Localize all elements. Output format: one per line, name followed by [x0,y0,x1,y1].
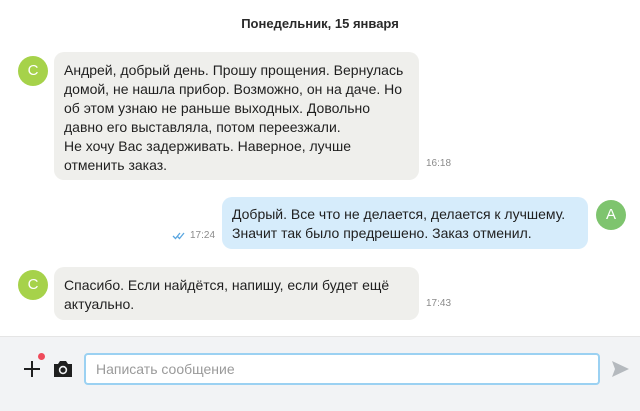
notification-dot [38,353,45,360]
date-header: Понедельник, 15 января [241,16,399,31]
message-time: 16:18 [426,158,452,169]
sender-avatar[interactable]: С [18,270,48,300]
user-avatar[interactable]: А [596,200,626,230]
message-text: Андрей, добрый день. Прошу прощения. Вер… [64,62,404,173]
send-icon[interactable] [610,359,630,379]
camera-icon[interactable] [52,359,74,379]
double-check-icon [172,232,186,240]
message-time: 17:43 [426,298,452,309]
message-composer [0,336,640,411]
sender-avatar[interactable]: С [18,56,48,86]
message-input[interactable] [84,353,600,385]
message-text: Добрый. Все что не делается, делается к … [232,206,566,241]
message-text: Спасибо. Если найдётся, напишу, если буд… [64,277,390,312]
message-time: 17:24 [190,230,216,241]
message-bubble-outgoing[interactable]: Добрый. Все что не делается, делается к … [222,197,588,249]
message-bubble-incoming[interactable]: Андрей, добрый день. Прошу прощения. Вер… [54,52,419,180]
chat-history: Понедельник, 15 января С Андрей, добрый … [0,0,640,336]
plus-icon[interactable] [20,357,44,381]
message-meta: 17:24 [172,230,215,241]
message-bubble-incoming[interactable]: Спасибо. Если найдётся, напишу, если буд… [54,267,419,320]
